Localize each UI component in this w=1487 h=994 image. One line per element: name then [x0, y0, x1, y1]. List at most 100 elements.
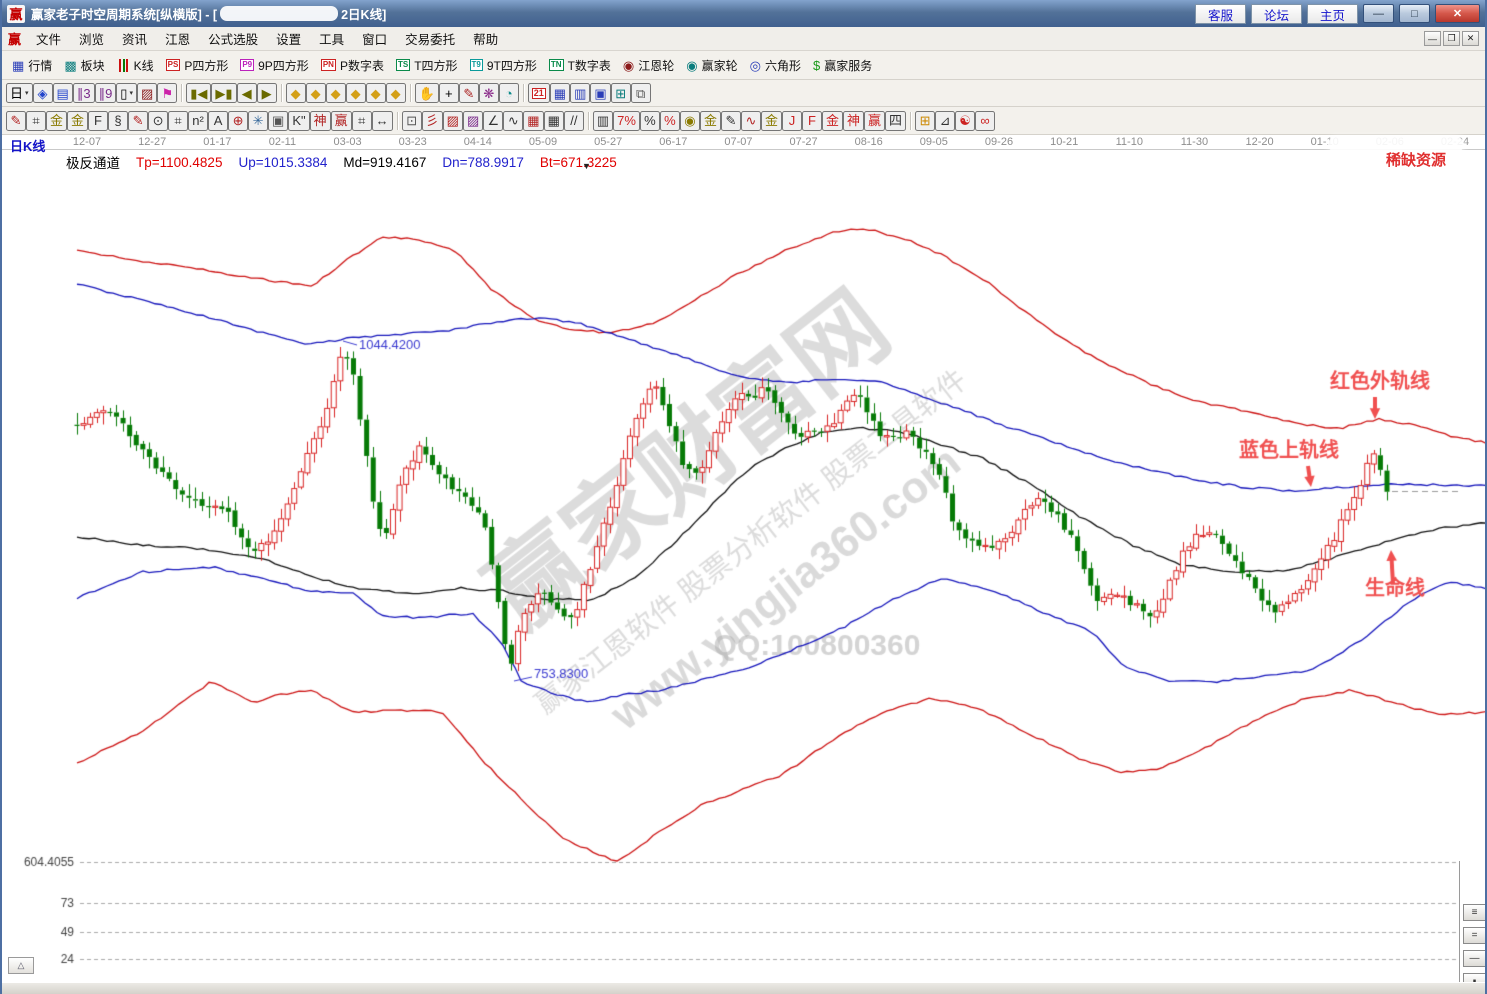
p-square-button[interactable]: PSP四方形	[160, 56, 235, 75]
diamond-expand-button[interactable]: ◆	[386, 83, 406, 103]
gann-wheel-button[interactable]: ◉江恩轮	[617, 56, 680, 75]
wave-line-icon[interactable]: ∿	[741, 111, 761, 131]
window-grid-icon[interactable]: ▣	[268, 111, 288, 131]
percent-icon[interactable]: %	[640, 111, 660, 131]
percent-7-icon[interactable]: 7%	[613, 111, 640, 131]
win-angle-icon[interactable]: 赢	[864, 111, 885, 131]
zigzag-icon[interactable]: ∿	[503, 111, 523, 131]
win-ruler-icon[interactable]: 赢	[331, 111, 352, 131]
diamond-center-button[interactable]: ◆	[366, 83, 386, 103]
forum-button[interactable]: 论坛	[1251, 4, 1302, 24]
grid-ruler-icon[interactable]: ⌗	[168, 111, 188, 131]
child-close-button[interactable]: ✕	[1462, 31, 1479, 46]
winner-wheel-button[interactable]: ◉赢家轮	[680, 56, 743, 75]
save-chart-button[interactable]: ▣	[590, 83, 610, 103]
sectors-button[interactable]: ▩板块	[58, 56, 110, 75]
square-box-icon[interactable]: ⊡	[402, 111, 422, 131]
pane-layout-3-button[interactable]: ≡	[1463, 904, 1486, 921]
printer-button[interactable]: ⧉	[631, 83, 651, 103]
close-button[interactable]: ✕	[1435, 4, 1480, 23]
price-pen-icon[interactable]: ✎	[128, 111, 148, 131]
mirror-tool-icon[interactable]: A	[208, 111, 228, 131]
fan-box-icon[interactable]: ▨	[443, 111, 463, 131]
menu-item-10[interactable]: 帮助	[464, 27, 507, 50]
maximize-button[interactable]: □	[1399, 4, 1430, 23]
gold-angle2-icon[interactable]: 金	[822, 111, 843, 131]
infinity-icon[interactable]: ∞	[975, 111, 995, 131]
child-minimize-button[interactable]: —	[1424, 31, 1441, 46]
kline-chart-canvas[interactable]	[2, 135, 1487, 994]
volume-expand-button[interactable]: △	[8, 957, 34, 974]
shen-angle-icon[interactable]: 神	[843, 111, 864, 131]
menu-item-1[interactable]: 文件	[27, 27, 70, 50]
homepage-button[interactable]: 主页	[1307, 4, 1358, 24]
9p-square-button[interactable]: P99P四方形	[234, 56, 314, 75]
info-panel-icon[interactable]: ▤	[53, 83, 73, 103]
measure-bars-icon[interactable]: ▥	[593, 111, 613, 131]
f-angle-icon[interactable]: F	[802, 111, 822, 131]
p-number-table-button[interactable]: PNP数字表	[315, 56, 390, 75]
9t-square-button[interactable]: T99T四方形	[464, 56, 543, 75]
minimize-button[interactable]: —	[1363, 4, 1394, 23]
time-ruler-icon[interactable]: ⌗	[26, 111, 46, 131]
yin-yang-icon[interactable]: ☯	[955, 111, 975, 131]
grid-highlight-icon[interactable]: ⊞	[915, 111, 935, 131]
pen-marker-icon[interactable]: ✎	[6, 111, 26, 131]
menu-item-4[interactable]: 江恩	[156, 27, 199, 50]
menu-item-7[interactable]: 工具	[310, 27, 353, 50]
menu-item-8[interactable]: 窗口	[353, 27, 396, 50]
hexagon-button[interactable]: ◎六角形	[744, 56, 807, 75]
diamond-right-button[interactable]: ◆	[306, 83, 326, 103]
dark-grid-icon[interactable]: ▦	[544, 111, 564, 131]
menu-item-2[interactable]: 浏览	[70, 27, 113, 50]
bars-9-icon[interactable]: ∥9	[95, 83, 117, 103]
fan-box-purple-icon[interactable]: ▨	[463, 111, 483, 131]
customer-service-button[interactable]: 客服	[1195, 4, 1246, 24]
candle-style-button[interactable]: ▯▾	[116, 83, 137, 103]
diamond-down-button[interactable]: ◆	[346, 83, 366, 103]
angle-lines-icon[interactable]: ∠	[483, 111, 503, 131]
ruler-123-icon[interactable]: ⌗	[352, 111, 372, 131]
circle-cross-icon[interactable]: ⊕	[228, 111, 248, 131]
gann-fan-icon[interactable]: 彡	[422, 111, 443, 131]
star-compass-icon[interactable]: ✳	[248, 111, 268, 131]
pan-hand-button[interactable]: ✋	[415, 83, 439, 103]
gold-circle-icon[interactable]: ◉	[680, 111, 700, 131]
chart-mini-icon[interactable]: ⊿	[935, 111, 955, 131]
gann-clock-icon[interactable]: ⊙	[148, 111, 168, 131]
slash-lines-icon[interactable]: //	[564, 111, 584, 131]
pane-layout-1-button[interactable]: —	[1463, 950, 1486, 967]
crosshair-button[interactable]: +	[439, 83, 459, 103]
calendar-button[interactable]: 21	[528, 83, 550, 103]
jump-last-button[interactable]: ▶▮	[211, 83, 236, 103]
network-button[interactable]: ⊞	[611, 83, 631, 103]
menu-item-6[interactable]: 设置	[267, 27, 310, 50]
gold-line-icon[interactable]: 金	[700, 111, 721, 131]
next-bar-button[interactable]: ▶	[257, 83, 277, 103]
cycle-tool-icon[interactable]: ◔	[499, 83, 519, 103]
red-grid-icon[interactable]: ▦	[523, 111, 543, 131]
notepad-button[interactable]: ▥	[570, 83, 590, 103]
gold-ratio-ruler-icon[interactable]: 金	[46, 111, 67, 131]
t-square-button[interactable]: TST四方形	[390, 56, 464, 75]
bars-3-icon[interactable]: ∥3	[73, 83, 95, 103]
pane-layout-2-button[interactable]: =	[1463, 927, 1486, 944]
child-restore-button[interactable]: ❐	[1443, 31, 1460, 46]
prev-bar-button[interactable]: ◀	[237, 83, 257, 103]
j-angle-icon[interactable]: J	[782, 111, 802, 131]
spiral-tool-icon[interactable]: §	[108, 111, 128, 131]
calculator-button[interactable]: ▦	[550, 83, 570, 103]
period-selector-button[interactable]: 日▾	[6, 83, 33, 103]
menu-item-3[interactable]: 资讯	[113, 27, 156, 50]
trend-line-button[interactable]: ✎	[459, 83, 479, 103]
chevron-down-icon[interactable]: ▼	[582, 161, 591, 171]
gold-price-ruler-icon[interactable]: 金	[67, 111, 88, 131]
t-number-table-button[interactable]: TNT数字表	[543, 56, 617, 75]
theme-tool-icon[interactable]: ▨	[137, 83, 157, 103]
diamond-left-button[interactable]: ◆	[286, 83, 306, 103]
kline-button[interactable]: K线	[111, 56, 160, 75]
menu-item-9[interactable]: 交易委托	[396, 27, 464, 50]
fib-ruler-icon[interactable]: F	[88, 111, 108, 131]
width-measure-icon[interactable]: ↔	[372, 111, 393, 131]
jump-first-button[interactable]: ▮◀	[186, 83, 211, 103]
